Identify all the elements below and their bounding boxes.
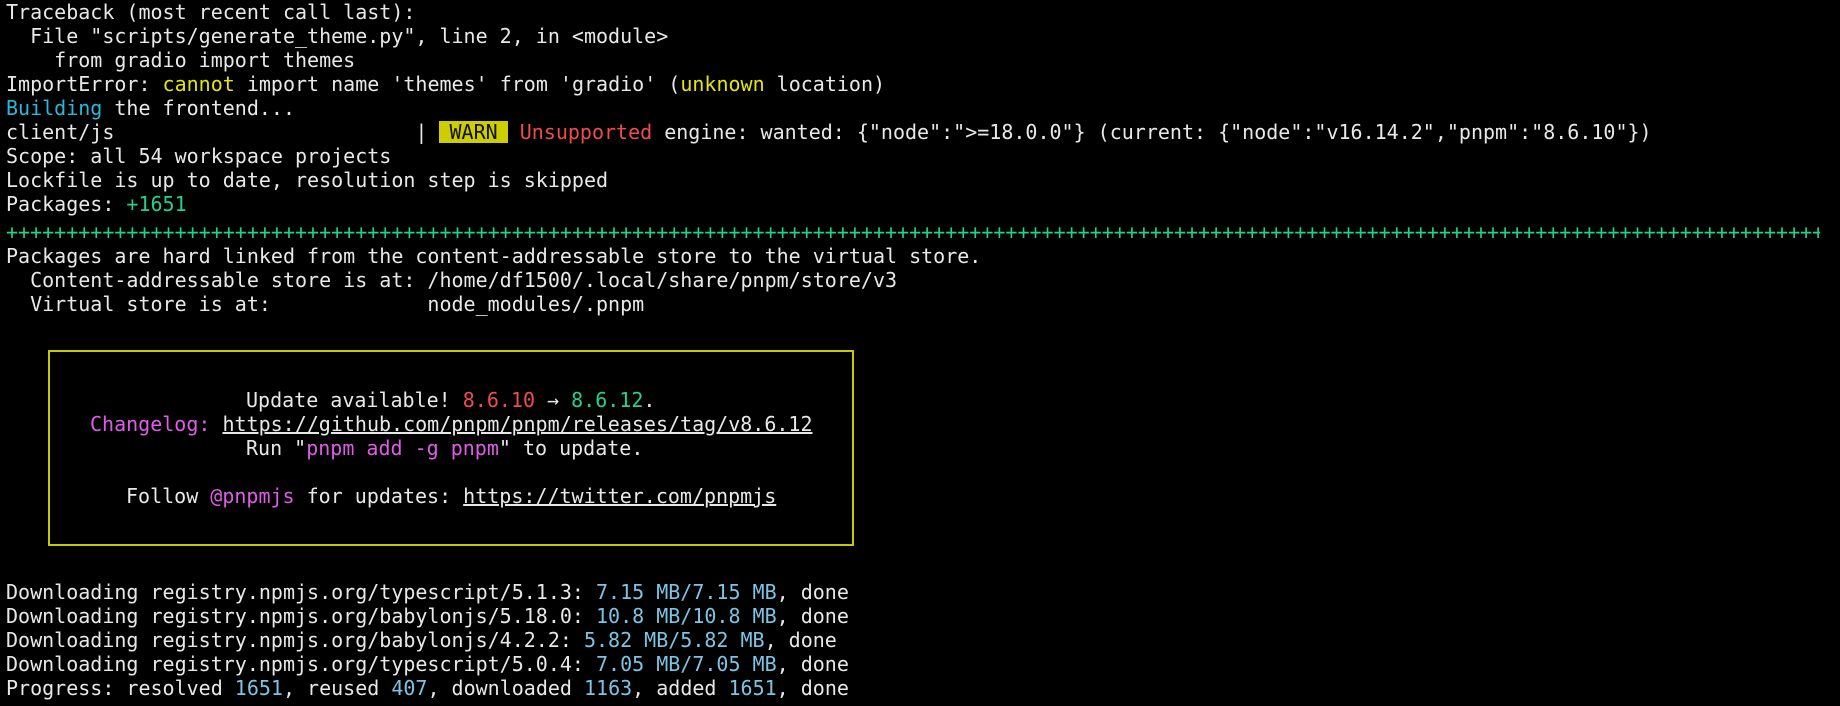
progress-sep2: , downloaded: [427, 676, 584, 700]
progress-line: Progress: resolved 1651, reused 407, dow…: [6, 676, 849, 700]
download-suffix: , done: [776, 652, 849, 676]
progress-resolved: 1651: [234, 676, 283, 700]
run-prefix: Run ": [246, 436, 307, 460]
warn-prefix: client/js |: [6, 120, 440, 144]
update-command: pnpm add -g pnpm: [306, 436, 499, 460]
import-error-middle: import name 'themes' from 'gradio' (: [234, 72, 681, 96]
warn-line: client/js | WARN Unsupported engine: wan…: [6, 120, 1652, 144]
changelog-line: Changelog: https://github.com/pnpm/pnpm/…: [90, 412, 812, 436]
download-prefix: Downloading registry.npmjs.org/typescrip…: [6, 652, 597, 676]
import-error-unknown: unknown: [680, 72, 765, 96]
download-size: 7.05 MB/7.05 MB: [596, 652, 777, 676]
content-store-line: Content-addressable store is at: /home/d…: [6, 268, 898, 292]
hard-link-line: Packages are hard linked from the conten…: [6, 244, 982, 268]
traceback-code-line: from gradio import themes: [6, 48, 356, 72]
building-line: Building the frontend...: [6, 96, 295, 120]
changelog-link[interactable]: https://github.com/pnpm/pnpm/releases/ta…: [222, 412, 812, 436]
update-available-text: Update available!: [246, 388, 463, 412]
import-error-cannot: cannot: [162, 72, 235, 96]
progress-downloaded: 1163: [584, 676, 633, 700]
import-error-end: location): [764, 72, 886, 96]
version-arrow: →: [535, 388, 572, 412]
download-suffix: , done: [764, 628, 837, 652]
download-suffix: , done: [776, 604, 849, 628]
building-rest: the frontend...: [102, 96, 295, 120]
download-size: 7.15 MB/7.15 MB: [596, 580, 777, 604]
packages-count: +1651: [126, 192, 187, 216]
progress-sep1: , reused: [282, 676, 392, 700]
download-line: Downloading registry.npmjs.org/babylonjs…: [6, 628, 837, 652]
lockfile-line: Lockfile is up to date, resolution step …: [6, 168, 609, 192]
warn-engine-text: engine: wanted: {"node":">=18.0.0"} (cur…: [652, 120, 1652, 144]
scope-line: Scope: all 54 workspace projects: [6, 144, 392, 168]
follow-prefix: Follow: [126, 484, 211, 508]
download-prefix: Downloading registry.npmjs.org/babylonjs…: [6, 628, 584, 652]
progress-reused: 407: [391, 676, 428, 700]
current-version: 8.6.10: [462, 388, 535, 412]
import-error-label: ImportError:: [6, 72, 163, 96]
new-version: 8.6.12: [571, 388, 644, 412]
update-available-line: Update available! 8.6.10 → 8.6.12.: [246, 388, 655, 412]
run-suffix: " to update.: [498, 436, 644, 460]
version-period: .: [643, 388, 656, 412]
progress-added: 1651: [728, 676, 777, 700]
progress-end: , done: [776, 676, 849, 700]
download-prefix: Downloading registry.npmjs.org/babylonjs…: [6, 604, 597, 628]
changelog-label: Changelog:: [90, 412, 211, 436]
building-word: Building: [6, 96, 103, 120]
download-suffix: , done: [776, 580, 849, 604]
follow-middle: for updates:: [294, 484, 464, 508]
packages-line: Packages: +1651: [6, 192, 187, 216]
download-line: Downloading registry.npmjs.org/typescrip…: [6, 652, 849, 676]
traceback-header: Traceback (most recent call last):: [6, 0, 416, 24]
download-line: Downloading registry.npmjs.org/babylonjs…: [6, 604, 849, 628]
warn-unsupported: Unsupported: [507, 120, 653, 144]
packages-progress-bar: ++++++++++++++++++++++++++++++++++++++++…: [6, 220, 1820, 244]
follow-line: Follow @pnpmjs for updates: https://twit…: [126, 484, 776, 508]
twitter-link[interactable]: https://twitter.com/pnpmjs: [463, 484, 776, 508]
traceback-file-line: File "scripts/generate_theme.py", line 2…: [6, 24, 669, 48]
download-prefix: Downloading registry.npmjs.org/typescrip…: [6, 580, 597, 604]
run-command-line: Run "pnpm add -g pnpm" to update.: [246, 436, 643, 460]
warn-badge: WARN: [439, 121, 508, 143]
progress-label: Progress: resolved: [6, 676, 235, 700]
progress-sep3: , added: [632, 676, 729, 700]
download-size: 10.8 MB/10.8 MB: [596, 604, 777, 628]
import-error-line: ImportError: cannot import name 'themes'…: [6, 72, 885, 96]
download-size: 5.82 MB/5.82 MB: [583, 628, 765, 652]
packages-label: Packages:: [6, 192, 127, 216]
terminal-window[interactable]: Traceback (most recent call last): File …: [0, 0, 1840, 706]
download-line: Downloading registry.npmjs.org/typescrip…: [6, 580, 849, 604]
twitter-handle: @pnpmjs: [210, 484, 295, 508]
virtual-store-line: Virtual store is at: node_modules/.pnpm: [6, 292, 645, 316]
